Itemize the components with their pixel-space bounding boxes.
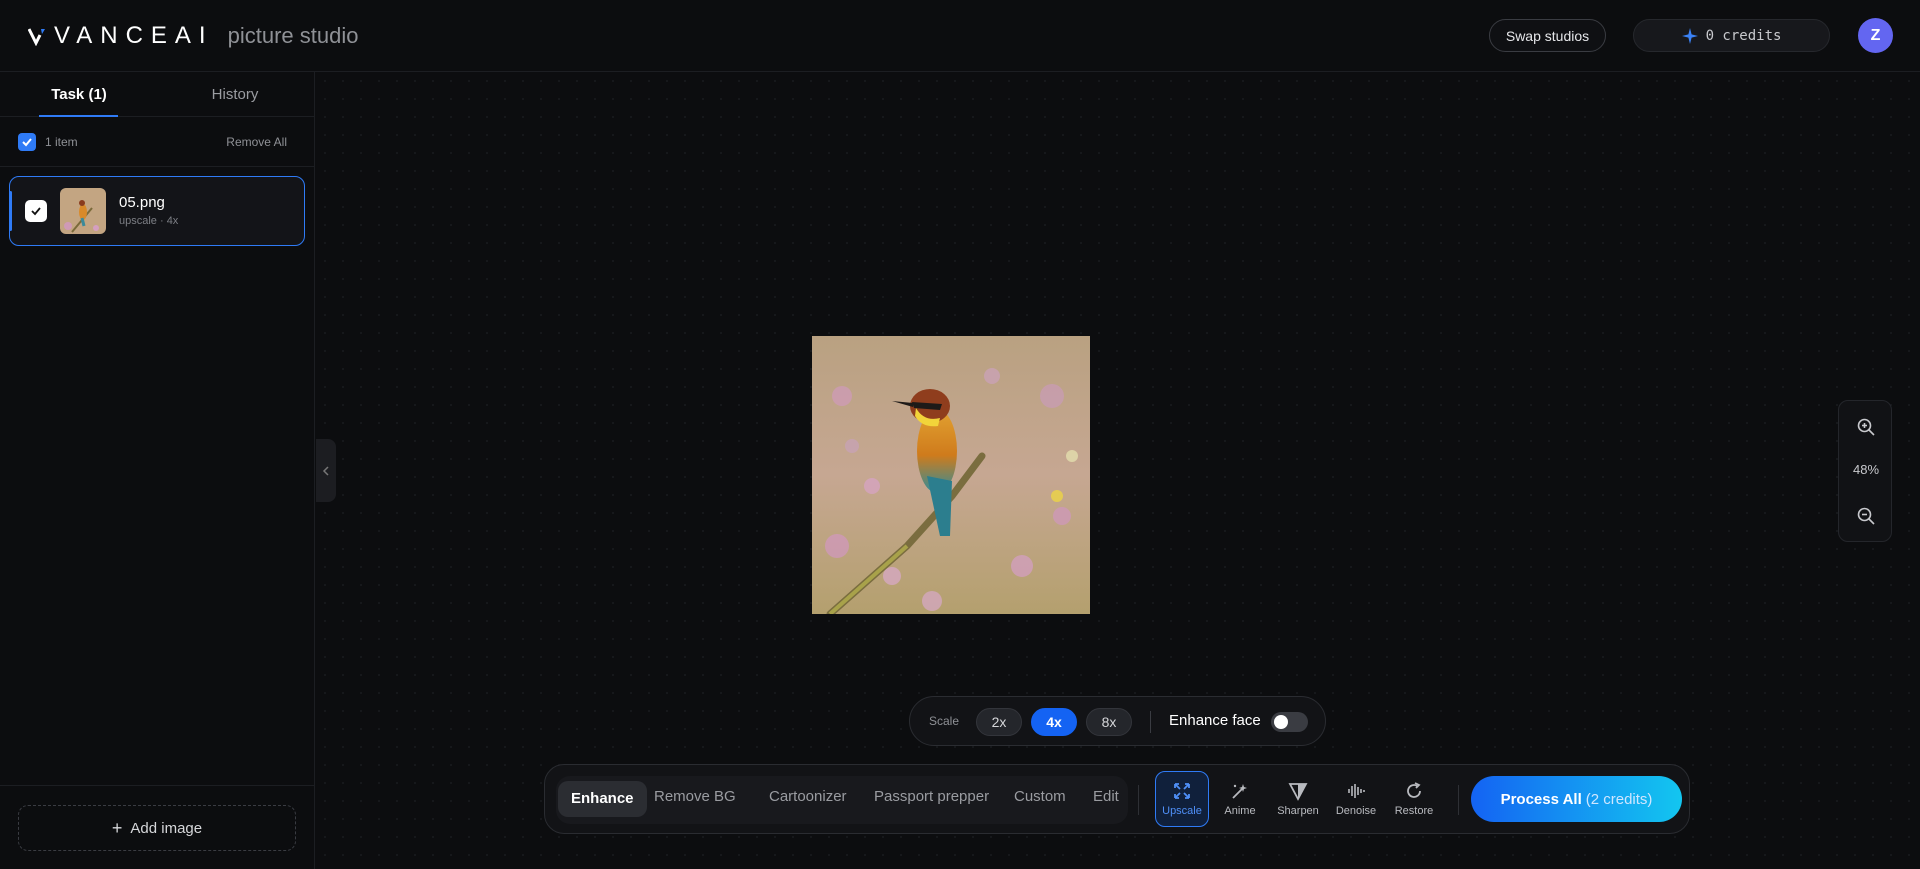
add-image-button[interactable]: + Add image bbox=[18, 805, 296, 851]
brand-logo[interactable]: VANCEAI picture studio bbox=[28, 22, 358, 50]
sidebar-footer: + Add image bbox=[0, 785, 314, 869]
enhance-face-toggle[interactable] bbox=[1271, 712, 1308, 732]
credits-button[interactable]: 0 credits bbox=[1633, 19, 1830, 52]
user-avatar[interactable]: Z bbox=[1858, 18, 1893, 53]
enhance-face-label: Enhance face bbox=[1169, 712, 1261, 729]
scale-label: Scale bbox=[929, 714, 960, 728]
remove-all-button[interactable]: Remove All bbox=[226, 135, 287, 149]
plus-icon: + bbox=[111, 818, 123, 838]
waveform-icon bbox=[1348, 784, 1365, 798]
task-item[interactable]: 05.png upscale · 4x bbox=[9, 176, 305, 246]
mode-tab-custom[interactable]: Custom bbox=[1014, 788, 1066, 805]
tool-sharpen[interactable]: Sharpen bbox=[1271, 771, 1325, 827]
tool-anime[interactable]: Anime bbox=[1213, 771, 1267, 827]
scale-8x-button[interactable]: 8x bbox=[1086, 708, 1132, 736]
checkmark-icon bbox=[31, 207, 41, 216]
credits-label: 0 credits bbox=[1705, 27, 1782, 44]
studio-name: picture studio bbox=[227, 23, 359, 48]
task-thumbnail bbox=[60, 188, 106, 234]
tab-history[interactable]: History bbox=[195, 86, 275, 103]
select-all-checkbox[interactable] bbox=[18, 133, 36, 151]
image-canvas[interactable]: 48% bbox=[316, 72, 1920, 869]
app-header: VANCEAI picture studio Swap studios 0 cr… bbox=[0, 0, 1920, 72]
sidebar-collapse-handle[interactable] bbox=[316, 439, 336, 502]
bird-thumbnail-image bbox=[60, 188, 106, 234]
task-sidebar: Task (1) History 1 item Remove All 05.pn… bbox=[0, 72, 315, 869]
tool-anime-label: Anime bbox=[1224, 805, 1256, 817]
checkmark-icon bbox=[22, 138, 32, 147]
tool-upscale[interactable]: Upscale bbox=[1155, 771, 1209, 827]
scale-2x-button[interactable]: 2x bbox=[976, 708, 1022, 736]
zoom-out-icon[interactable] bbox=[1856, 506, 1876, 526]
mode-tab-edit[interactable]: Edit bbox=[1093, 788, 1119, 805]
scale-options-bar: Scale 2x 4x 8x Enhance face bbox=[909, 696, 1326, 746]
image-preview[interactable] bbox=[812, 336, 1090, 614]
toolbar-divider bbox=[1138, 785, 1139, 815]
magic-wand-icon bbox=[1232, 784, 1247, 799]
swap-studios-button[interactable]: Swap studios bbox=[1489, 19, 1606, 52]
bird-preview-image bbox=[812, 336, 1090, 614]
mode-tab-enhance[interactable]: Enhance bbox=[558, 781, 647, 817]
task-checkbox[interactable] bbox=[25, 200, 47, 222]
expand-arrows-icon bbox=[1174, 783, 1190, 799]
tool-denoise[interactable]: Denoise bbox=[1329, 771, 1383, 827]
logo-wordmark: VANCEAI bbox=[54, 22, 214, 49]
zoom-controls: 48% bbox=[1838, 400, 1892, 542]
sparkle-icon bbox=[1681, 27, 1698, 44]
triangle-icon bbox=[1288, 783, 1308, 801]
add-image-label: Add image bbox=[130, 819, 203, 837]
vanceai-logo-icon bbox=[28, 28, 45, 46]
mode-tabs: Enhance Remove BG Cartoonizer Passport p… bbox=[556, 776, 1128, 824]
refresh-icon bbox=[1407, 782, 1421, 798]
mode-tab-passport-prepper[interactable]: Passport prepper bbox=[874, 788, 989, 805]
mode-tab-remove-bg[interactable]: Remove BG bbox=[654, 788, 736, 805]
toggle-knob bbox=[1274, 715, 1288, 729]
scale-divider bbox=[1150, 711, 1151, 733]
zoom-level: 48% bbox=[1852, 462, 1880, 477]
tool-sharpen-label: Sharpen bbox=[1277, 805, 1319, 817]
items-count: 1 item bbox=[45, 135, 78, 149]
process-cost: (2 credits) bbox=[1585, 790, 1653, 808]
process-all-label: Process All bbox=[1500, 790, 1582, 808]
tool-upscale-label: Upscale bbox=[1162, 805, 1202, 817]
toolbar-divider bbox=[1458, 785, 1459, 815]
chevron-left-icon bbox=[322, 465, 329, 476]
tool-restore[interactable]: Restore bbox=[1387, 771, 1441, 827]
selection-row: 1 item Remove All bbox=[0, 117, 314, 167]
bottom-toolbar: Enhance Remove BG Cartoonizer Passport p… bbox=[544, 764, 1690, 834]
zoom-in-icon[interactable] bbox=[1856, 417, 1876, 437]
mode-tab-cartoonizer[interactable]: Cartoonizer bbox=[769, 788, 847, 805]
tool-denoise-label: Denoise bbox=[1335, 805, 1377, 817]
task-filename: 05.png bbox=[119, 194, 165, 211]
tool-restore-label: Restore bbox=[1394, 805, 1434, 817]
sidebar-tabs: Task (1) History bbox=[0, 72, 314, 117]
tab-task[interactable]: Task (1) bbox=[40, 86, 118, 103]
process-all-button[interactable]: Process All (2 credits) bbox=[1471, 776, 1682, 822]
scale-4x-button[interactable]: 4x bbox=[1031, 708, 1077, 736]
task-meta: upscale · 4x bbox=[119, 215, 179, 227]
